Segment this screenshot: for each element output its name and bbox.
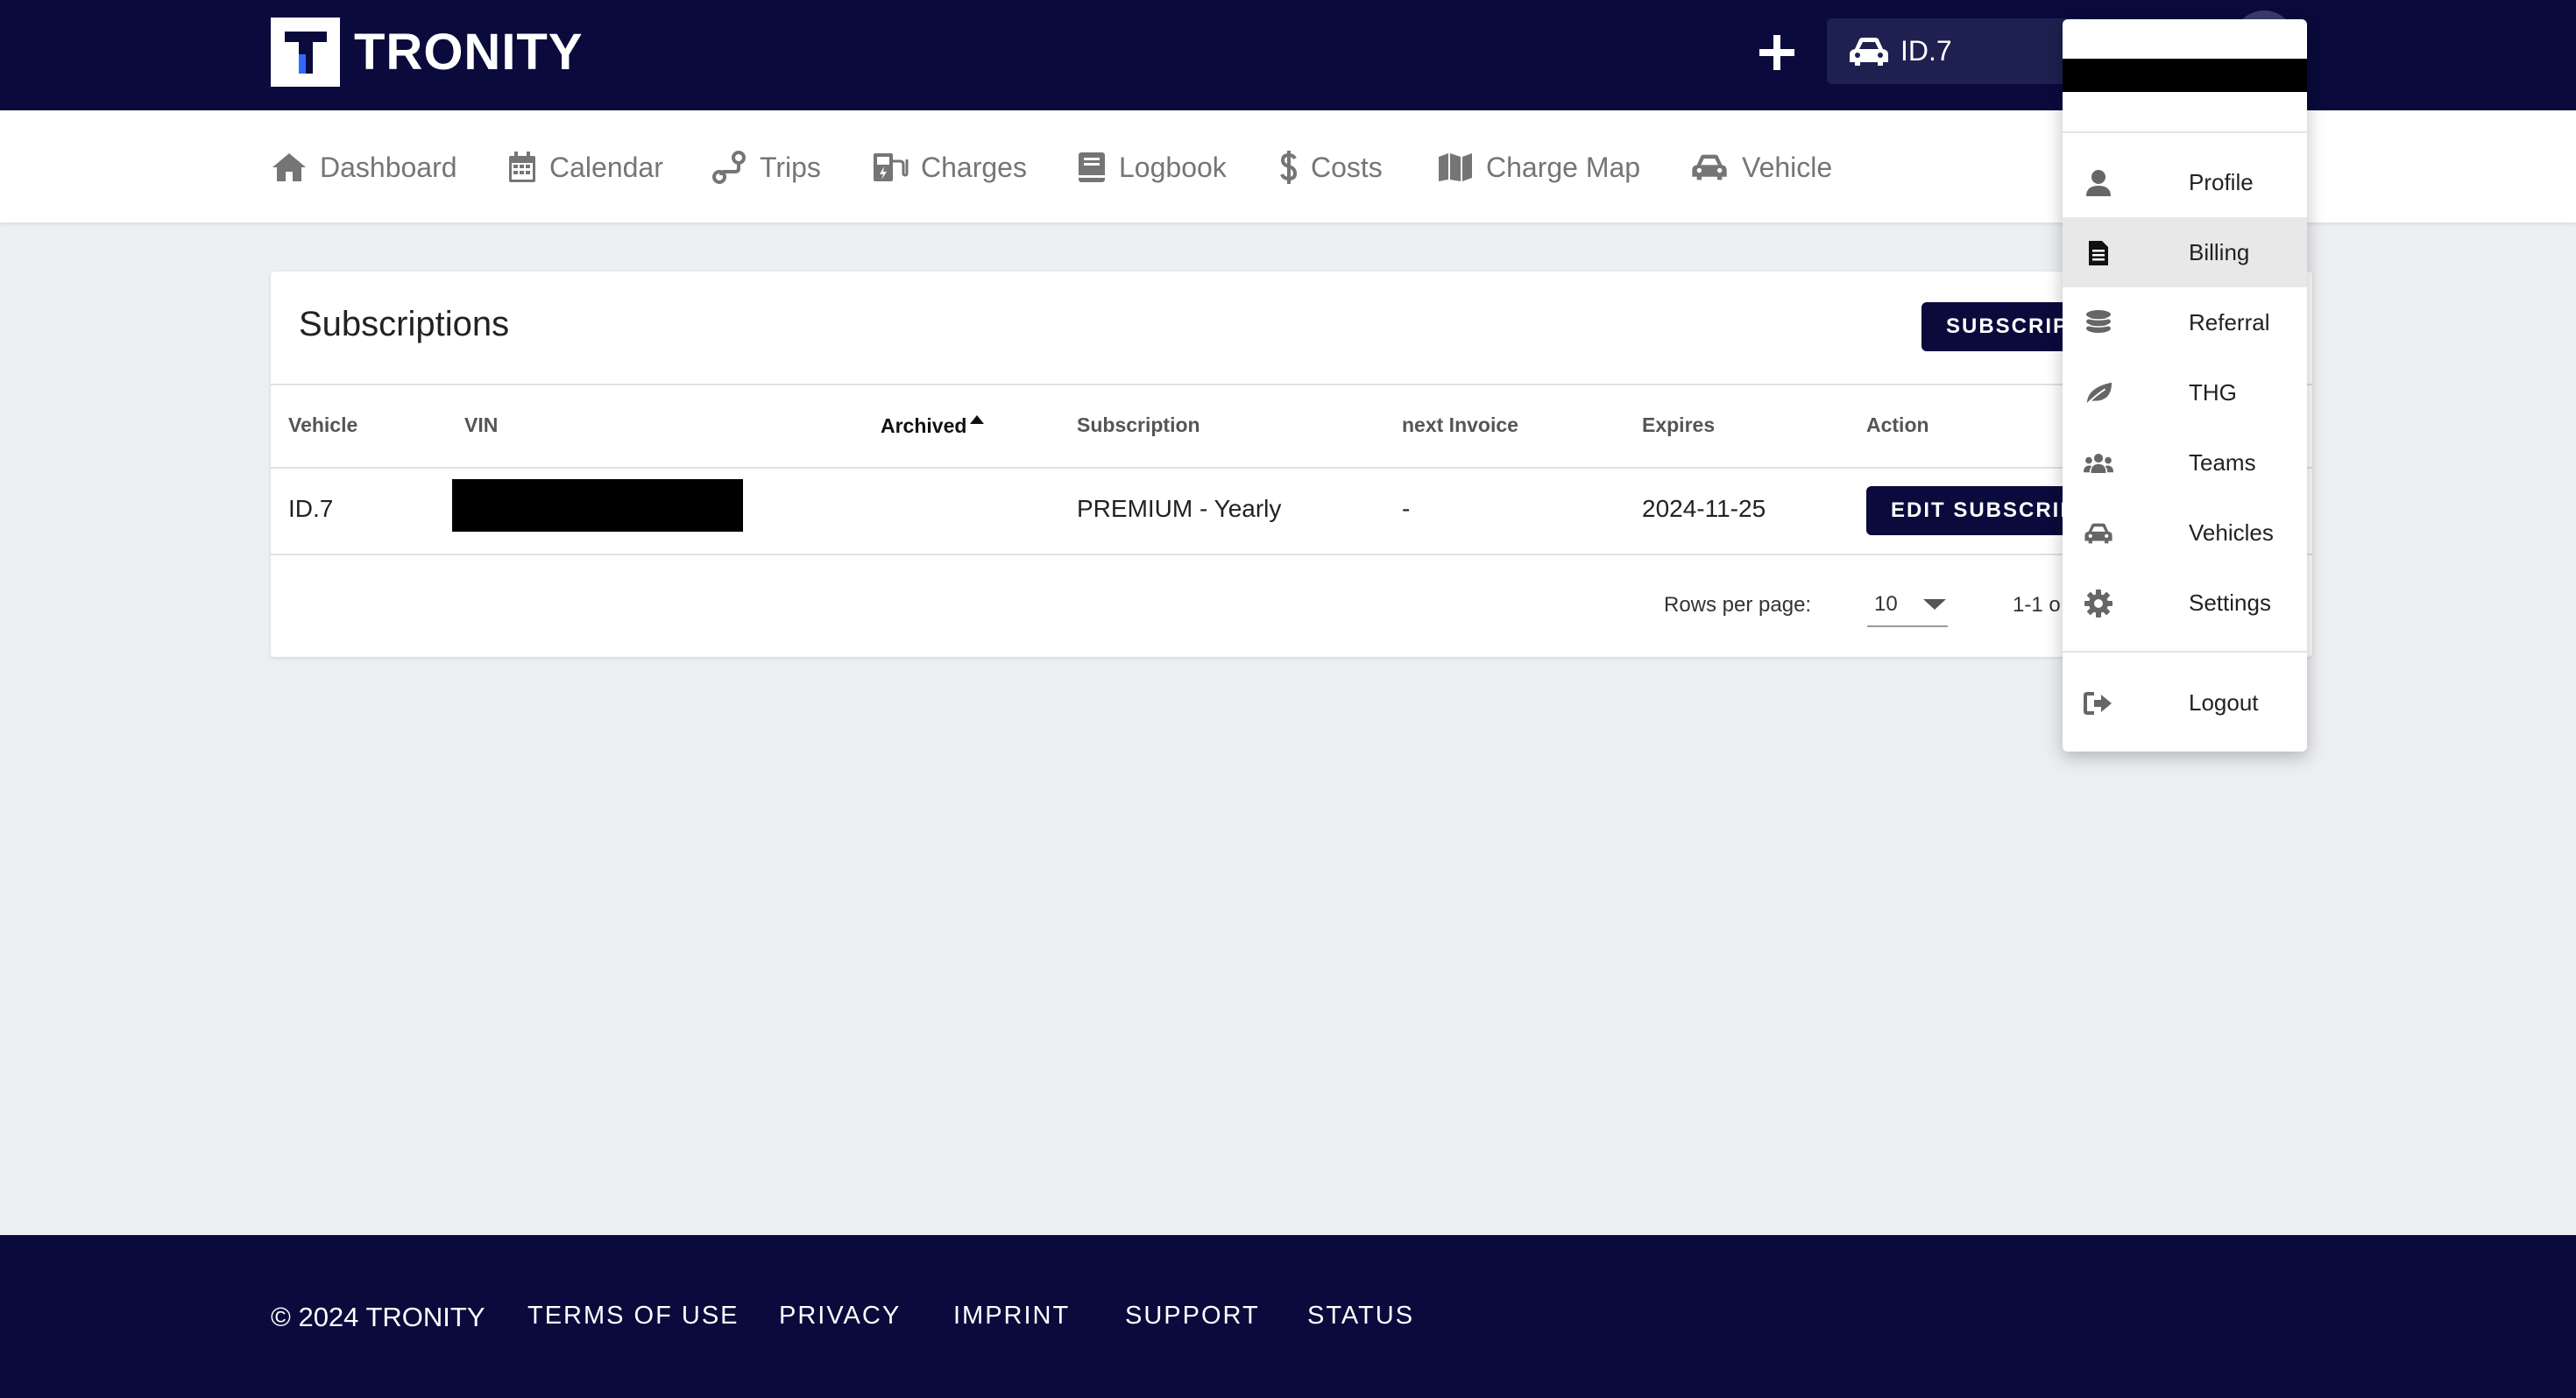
sort-ascending-icon [970,415,985,424]
menu-item-label: Teams [2189,448,2256,476]
pagination-range: 1-1 o [2013,593,2061,617]
column-header-next-invoice[interactable]: next Invoice [1402,413,1518,437]
cell-next-invoice: - [1402,495,1411,522]
gear-icon [2084,589,2113,618]
map-icon [1439,153,1472,181]
nav-label: Costs [1311,151,1383,183]
nav-trips[interactable]: Trips [712,149,821,186]
footer-link-imprint[interactable]: IMPRINT [953,1302,1070,1331]
menu-item-label: Settings [2189,589,2271,616]
footer-link-status[interactable]: STATUS [1307,1302,1414,1331]
menu-item-profile[interactable]: Profile [2063,147,2307,217]
footer-link-support[interactable]: SUPPORT [1125,1302,1260,1331]
nav-label: Trips [760,151,821,183]
page-title: Subscriptions [299,305,510,343]
leaf-icon [2084,378,2113,408]
divider [271,554,2312,555]
user-menu: Profile Billing Referral THG Teams Vehic… [2063,19,2307,752]
invoice-icon [2084,238,2113,268]
menu-item-billing[interactable]: Billing [2063,217,2307,287]
menu-item-vehicles[interactable]: Vehicles [2063,498,2307,568]
column-header-action: Action [1866,413,1929,436]
home-icon [272,153,306,181]
car-icon [1850,37,1888,66]
nav-label: Vehicle [1742,151,1833,183]
menu-item-referral[interactable]: Referral [2063,287,2307,357]
vin-redacted [452,479,743,532]
cell-expires: 2024-11-25 [1642,495,1766,522]
coins-icon [2084,308,2113,338]
caret-down-icon [1923,599,1946,610]
menu-divider [2063,651,2307,653]
dollar-icon [1280,151,1298,184]
menu-item-label: Vehicles [2189,519,2274,546]
person-icon [2084,168,2113,198]
column-header-vehicle[interactable]: Vehicle [288,413,357,437]
nav-charges[interactable]: Charges [872,149,1027,186]
rows-per-page-value: 10 [1874,592,1898,616]
car-icon [1692,154,1727,180]
cell-vehicle: ID.7 [288,495,334,522]
nav-charge-map[interactable]: Charge Map [1437,149,1640,186]
rows-per-page-select[interactable]: 10 [1867,583,1948,627]
divider [271,467,2312,469]
logo-wordmark: TRONITY [354,24,584,81]
nav-logbook[interactable]: Logbook [1077,149,1227,186]
add-button[interactable] [1751,25,1803,81]
nav-label: Logbook [1119,151,1227,183]
nav-label: Dashboard [320,151,457,183]
footer: © 2024 TRONITY TERMS OF USE PRIVACY IMPR… [0,1235,2576,1398]
column-header-vin[interactable]: VIN [464,413,498,437]
nav-calendar[interactable]: Calendar [507,149,663,186]
footer-link-terms[interactable]: TERMS OF USE [527,1302,740,1331]
menu-item-label: THG [2189,378,2237,406]
nav-label: Calendar [549,151,663,183]
nav-costs[interactable]: Costs [1279,149,1383,186]
route-icon [712,151,746,184]
plus-icon [1759,35,1794,70]
menu-item-label: Billing [2189,238,2250,265]
vehicle-selector-value: ID.7 [1900,35,1952,67]
menu-item-teams[interactable]: Teams [2063,427,2307,498]
tronity-logo[interactable]: TRONITY [271,18,584,87]
column-header-archived[interactable]: Archived [881,413,986,438]
column-header-expires[interactable]: Expires [1642,413,1715,437]
column-header-subscription[interactable]: Subscription [1077,413,1200,437]
menu-item-label: Logout [2189,688,2259,716]
book-icon [1079,152,1105,182]
users-icon [2084,448,2113,478]
menu-item-settings[interactable]: Settings [2063,568,2307,638]
rows-per-page-label: Rows per page: [1664,593,1812,617]
logo-mark [271,18,340,87]
subscriptions-card: Subscriptions SUBSCRIPT Vehicle VIN Arch… [271,272,2312,657]
footer-link-privacy[interactable]: PRIVACY [779,1302,901,1331]
calendar-icon [509,152,535,182]
menu-item-label: Profile [2189,168,2254,195]
nav-label: Charge Map [1486,151,1641,183]
cell-subscription: PREMIUM - Yearly [1077,495,1282,522]
footer-copyright: © 2024 TRONITY [271,1302,485,1332]
charging-station-icon [874,153,909,181]
user-name-redacted [2063,59,2307,92]
car-icon [2084,519,2113,548]
menu-item-thg[interactable]: THG [2063,357,2307,427]
nav-vehicle[interactable]: Vehicle [1689,149,1832,186]
nav-label: Charges [921,151,1027,183]
vehicle-selector[interactable]: ID.7 [1827,18,2090,84]
logout-icon [2084,688,2113,718]
divider [271,384,2312,385]
nav-dashboard[interactable]: Dashboard [271,149,457,186]
column-header-label: Archived [881,414,967,437]
menu-divider [2063,131,2307,133]
menu-item-label: Referral [2189,308,2270,335]
menu-item-logout[interactable]: Logout [2063,667,2307,738]
